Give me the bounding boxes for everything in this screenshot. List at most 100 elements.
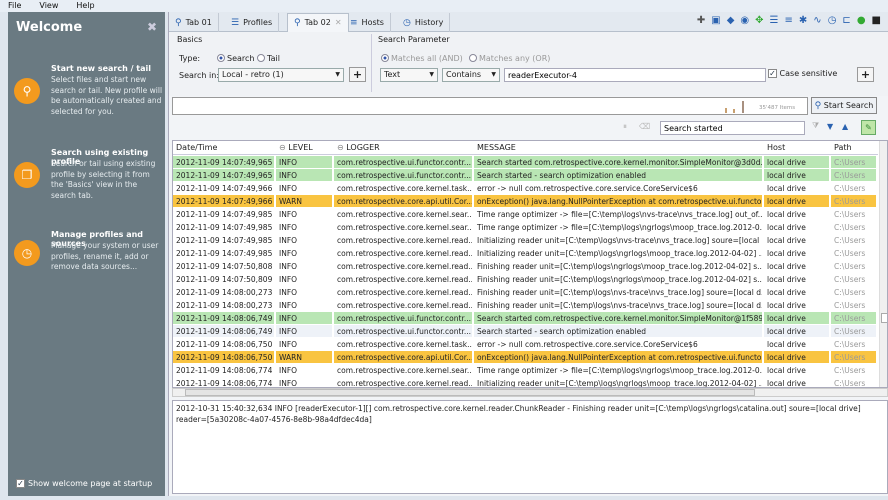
cell-host: local drive [767, 184, 806, 193]
table-row[interactable]: 2012-11-09 14:08:06,750 WARN com.retrospec… [173, 351, 878, 364]
table-row[interactable]: 2012-11-09 14:08:00,273 INFO com.retrospec… [173, 299, 878, 312]
table-row[interactable]: 2012-11-09 14:08:06,750 INFO com.retrospec… [173, 338, 878, 351]
cell-datetime: 2012-11-09 14:08:06,750 [173, 351, 274, 363]
menu-file[interactable]: File [8, 0, 21, 11]
scroll-thumb[interactable] [185, 389, 755, 396]
type-tail-radio[interactable]: Tail [257, 54, 280, 63]
tab-01[interactable]: ⚲ Tab 01 [169, 13, 219, 32]
column-header-host[interactable]: Host [764, 141, 831, 153]
column-header-message[interactable]: MESSAGE [474, 141, 764, 153]
table-row[interactable]: 2012-11-09 14:08:06,749 INFO com.retrospec… [173, 325, 878, 338]
add-icon[interactable]: ✚ [697, 15, 705, 26]
welcome-item-manage-profiles[interactable]: ◷ Manage profiles and sources Manage you… [14, 230, 164, 280]
menu-view[interactable]: View [39, 0, 58, 11]
cell-datetime: 2012-11-09 14:07:49,966 [173, 195, 274, 207]
field-select[interactable]: Text ▼ [380, 68, 438, 82]
radio-icon[interactable] [257, 54, 265, 62]
cell-logger: com.retrospective.core.kernel.sear... [337, 366, 472, 375]
cell-level: WARN [276, 195, 332, 207]
start-search-button[interactable]: ⚲ Start Search [811, 97, 877, 114]
eraser-icon[interactable]: ⌫ [639, 122, 650, 131]
star-icon[interactable]: ✱ [799, 15, 807, 26]
radio-icon[interactable] [217, 54, 225, 62]
cell-level: INFO [279, 379, 298, 388]
menu-help[interactable]: Help [76, 0, 94, 11]
radio-icon[interactable] [381, 54, 389, 62]
menu-icon[interactable]: ≡ [785, 15, 793, 26]
clock-icon[interactable]: ◷ [828, 15, 837, 26]
table-row[interactable]: 2012-11-09 14:08:06,774 INFO com.retrospec… [173, 364, 878, 377]
match-all-radio[interactable]: Matches all (AND) [381, 54, 463, 63]
chat-icon[interactable]: ● [857, 15, 866, 26]
filter-icon[interactable]: ⧩ [812, 121, 819, 131]
results-toolbar: ⏸ ⌫ ⧩ ▼ ▲ ✎ [169, 118, 888, 138]
vertical-scrollbar[interactable] [879, 141, 887, 387]
puzzle-icon[interactable]: ✥ [755, 15, 763, 26]
tab-profiles[interactable]: ☰ Profiles [225, 13, 280, 32]
column-header-level[interactable]: ⊖ LEVEL [276, 141, 334, 153]
arrow-up-icon[interactable]: ▲ [842, 122, 848, 131]
operator-select[interactable]: Contains ▼ [442, 68, 500, 82]
eye-icon[interactable]: ◉ [740, 15, 749, 26]
close-icon[interactable]: ✖ [147, 20, 157, 34]
terminal-icon[interactable]: ■ [872, 15, 881, 26]
column-header-datetime[interactable]: Date/Time [173, 141, 276, 153]
table-row[interactable]: 2012-11-09 14:08:06,749 INFO com.retrospec… [173, 312, 878, 325]
horizontal-scrollbar[interactable] [172, 388, 888, 397]
pulse-icon[interactable]: ∿ [813, 15, 821, 26]
add-source-button[interactable]: + [349, 67, 366, 82]
cell-message: Finishing reader unit=[C:\temp\logs\nvs-… [477, 288, 762, 297]
highlight-icon[interactable]: ✎ [861, 120, 876, 135]
table-row[interactable]: 2012-11-09 14:07:49,965 INFO com.retrospec… [173, 156, 878, 169]
radio-icon[interactable] [469, 54, 477, 62]
tab-history[interactable]: ◷ History [397, 13, 451, 32]
pause-icon[interactable]: ⏸ [623, 122, 627, 132]
cell-logger: com.retrospective.ui.functor.contr... [334, 312, 472, 324]
cell-path: C:\Users [831, 169, 876, 181]
arrow-down-icon[interactable]: ▼ [827, 122, 833, 131]
table-row[interactable]: 2012-11-09 14:07:49,966 WARN com.retrospec… [173, 195, 878, 208]
log-table: Date/Time ⊖ LEVEL ⊖ LOGGER MESSAGE Host … [172, 140, 888, 388]
table-row[interactable]: 2012-11-09 14:07:49,985 INFO com.retrospec… [173, 234, 878, 247]
table-row[interactable]: 2012-11-09 14:07:50,808 INFO com.retrospec… [173, 260, 878, 273]
table-row[interactable]: 2012-11-09 14:08:00,273 INFO com.retrospec… [173, 286, 878, 299]
table-row[interactable]: 2012-11-09 14:07:49,966 INFO com.retrospec… [173, 182, 878, 195]
checkbox-icon[interactable]: ✓ [16, 479, 25, 488]
column-header-path[interactable]: Path [831, 141, 878, 153]
type-label: Type: [179, 54, 201, 63]
welcome-item-new-search[interactable]: ⚲ Start new search / tail Select files a… [14, 64, 164, 124]
add-parameter-button[interactable]: + [857, 67, 874, 82]
cell-level: INFO [279, 236, 298, 245]
cell-level: INFO [276, 156, 332, 168]
checkbox-icon[interactable]: ✓ [768, 69, 777, 78]
cell-level: INFO [279, 184, 298, 193]
search-in-select[interactable]: Local - retro (1) ▼ [218, 68, 344, 82]
cell-message: Search started - search optimization ena… [474, 325, 762, 337]
list-icon[interactable]: ☰ [770, 15, 779, 26]
table-row[interactable]: 2012-11-09 14:08:06,774 INFO com.retrospec… [173, 377, 878, 388]
type-search-radio[interactable]: Search [217, 54, 254, 63]
network-icon[interactable]: ⊏ [842, 15, 850, 26]
cell-message: Search started - search optimization ena… [474, 169, 762, 181]
log-detail-pane[interactable]: 2012-10-31 15:40:32,634 INFO [readerExec… [172, 400, 888, 494]
show-welcome-checkbox[interactable]: ✓ Show welcome page at startup [16, 479, 152, 488]
table-row[interactable]: 2012-11-09 14:07:49,985 INFO com.retrospec… [173, 247, 878, 260]
search-icon: ⚲ [175, 17, 182, 28]
diamond-icon[interactable]: ◆ [727, 15, 735, 26]
tab-hosts[interactable]: ≡ Hosts [344, 13, 391, 32]
table-row[interactable]: 2012-11-09 14:07:49,965 INFO com.retrospec… [173, 169, 878, 182]
case-sensitive-checkbox[interactable]: ✓ Case sensitive [768, 69, 837, 78]
match-any-radio[interactable]: Matches any (OR) [469, 54, 550, 63]
search-value-input[interactable] [504, 68, 766, 82]
column-header-logger[interactable]: ⊖ LOGGER [334, 141, 474, 153]
close-tab-icon[interactable]: ✕ [335, 14, 342, 32]
tab-02[interactable]: ⚲ Tab 02 ✕ [287, 13, 349, 32]
toggle-icon[interactable]: ⊖ [279, 143, 286, 152]
table-row[interactable]: 2012-11-09 14:07:50,809 INFO com.retrospec… [173, 273, 878, 286]
table-row[interactable]: 2012-11-09 14:07:49,985 INFO com.retrospec… [173, 221, 878, 234]
toggle-icon[interactable]: ⊖ [337, 143, 344, 152]
scroll-thumb[interactable] [881, 313, 887, 323]
table-row[interactable]: 2012-11-09 14:07:49,985 INFO com.retrospec… [173, 208, 878, 221]
welcome-item-existing-profile[interactable]: ❐ Search using existing profile Search o… [14, 148, 164, 208]
save-icon[interactable]: ▣ [711, 15, 720, 26]
